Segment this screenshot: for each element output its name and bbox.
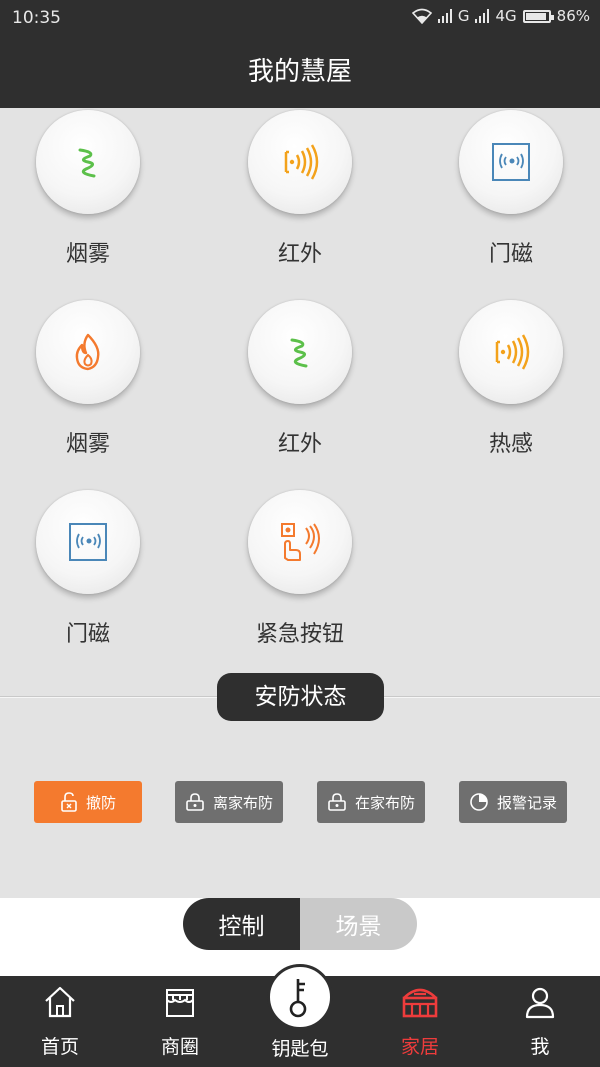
device-door-sensor[interactable]: 门磁 — [431, 110, 591, 268]
infrared-icon — [495, 334, 530, 370]
tab-smart-home[interactable]: 家居 — [360, 976, 480, 1067]
device-infrared-2[interactable]: 红外 — [220, 300, 380, 458]
page-title: 我的慧屋 — [0, 36, 600, 108]
device-button[interactable] — [459, 110, 563, 214]
home-icon — [45, 986, 75, 1018]
button-label: 报警记录 — [496, 793, 557, 812]
device-button[interactable] — [248, 490, 352, 594]
device-heat[interactable]: 热感 — [431, 300, 591, 458]
device-label: 门磁 — [65, 622, 110, 647]
door-sensor-icon — [69, 523, 107, 561]
home-arm-button[interactable]: 在家布防 — [317, 781, 425, 823]
device-grid: 烟雾 红外 门磁 烟雾 红外 热感 门磁 紧急按钮 — [0, 108, 600, 698]
status-icons: G 4G 86% — [411, 7, 590, 25]
device-label: 热感 — [488, 432, 533, 457]
tab-control[interactable]: 控制 — [183, 898, 300, 950]
tab-label: 家居 — [400, 1036, 439, 1058]
tab-label: 首页 — [40, 1036, 79, 1058]
status-time: 10:35 — [12, 8, 61, 28]
network-type-2: 4G — [495, 7, 517, 25]
alarm-records-button[interactable]: 报警记录 — [459, 781, 567, 823]
lock-icon — [328, 793, 346, 811]
unlock-icon — [61, 792, 77, 812]
wifi-icon — [411, 8, 432, 24]
device-button[interactable] — [248, 110, 352, 214]
status-bar: 10:35 G 4G 86% — [0, 0, 600, 36]
smoke-wave-icon — [78, 148, 96, 178]
user-icon — [525, 987, 555, 1019]
device-label: 烟雾 — [65, 432, 110, 457]
device-label: 门磁 — [488, 242, 533, 267]
battery-level: 86% — [556, 7, 590, 25]
tab-me[interactable]: 我 — [480, 976, 600, 1067]
network-type-1: G — [457, 7, 470, 25]
mode-toggle: 控制 场景 — [183, 898, 417, 950]
disarm-button[interactable]: 撤防 — [34, 781, 142, 823]
tab-business[interactable]: 商圈 — [120, 976, 240, 1067]
device-smoke[interactable]: 烟雾 — [8, 110, 168, 268]
tab-home[interactable]: 首页 — [0, 976, 120, 1067]
device-button[interactable] — [459, 300, 563, 404]
tab-label: 商圈 — [160, 1036, 199, 1058]
smoke-wave-icon — [290, 338, 308, 368]
security-status-title: 安防状态 — [217, 673, 384, 721]
tab-label: 钥匙包 — [271, 1038, 329, 1060]
device-button[interactable] — [36, 110, 140, 214]
device-label: 紧急按钮 — [255, 622, 344, 647]
button-label: 撤防 — [85, 793, 116, 812]
house-icon — [402, 988, 438, 1018]
device-label: 红外 — [277, 432, 322, 457]
infrared-icon — [284, 144, 319, 180]
lock-icon — [186, 793, 204, 811]
device-button[interactable] — [36, 490, 140, 594]
button-label: 在家布防 — [354, 793, 415, 812]
away-arm-button[interactable]: 离家布防 — [175, 781, 283, 823]
tab-label: 我 — [530, 1036, 550, 1058]
device-door-sensor-2[interactable]: 门磁 — [8, 490, 168, 648]
battery-icon — [522, 9, 554, 23]
device-label: 烟雾 — [65, 242, 110, 267]
key-icon — [289, 979, 307, 1018]
emergency-button-icon — [281, 523, 320, 561]
signal-icon — [437, 9, 452, 23]
device-emergency[interactable]: 紧急按钮 — [220, 490, 380, 648]
keychain-button[interactable] — [267, 964, 333, 1030]
device-smoke-flame[interactable]: 烟雾 — [8, 300, 168, 458]
signal-icon — [475, 9, 490, 23]
tab-scene[interactable]: 场景 — [300, 898, 417, 950]
device-label: 红外 — [277, 242, 322, 267]
device-infrared[interactable]: 红外 — [220, 110, 380, 268]
pie-chart-icon — [470, 793, 488, 811]
device-button[interactable] — [36, 300, 140, 404]
door-sensor-icon — [492, 143, 530, 181]
flame-icon — [75, 333, 100, 371]
button-label: 离家布防 — [212, 793, 273, 812]
device-button[interactable] — [248, 300, 352, 404]
store-icon — [166, 989, 194, 1017]
